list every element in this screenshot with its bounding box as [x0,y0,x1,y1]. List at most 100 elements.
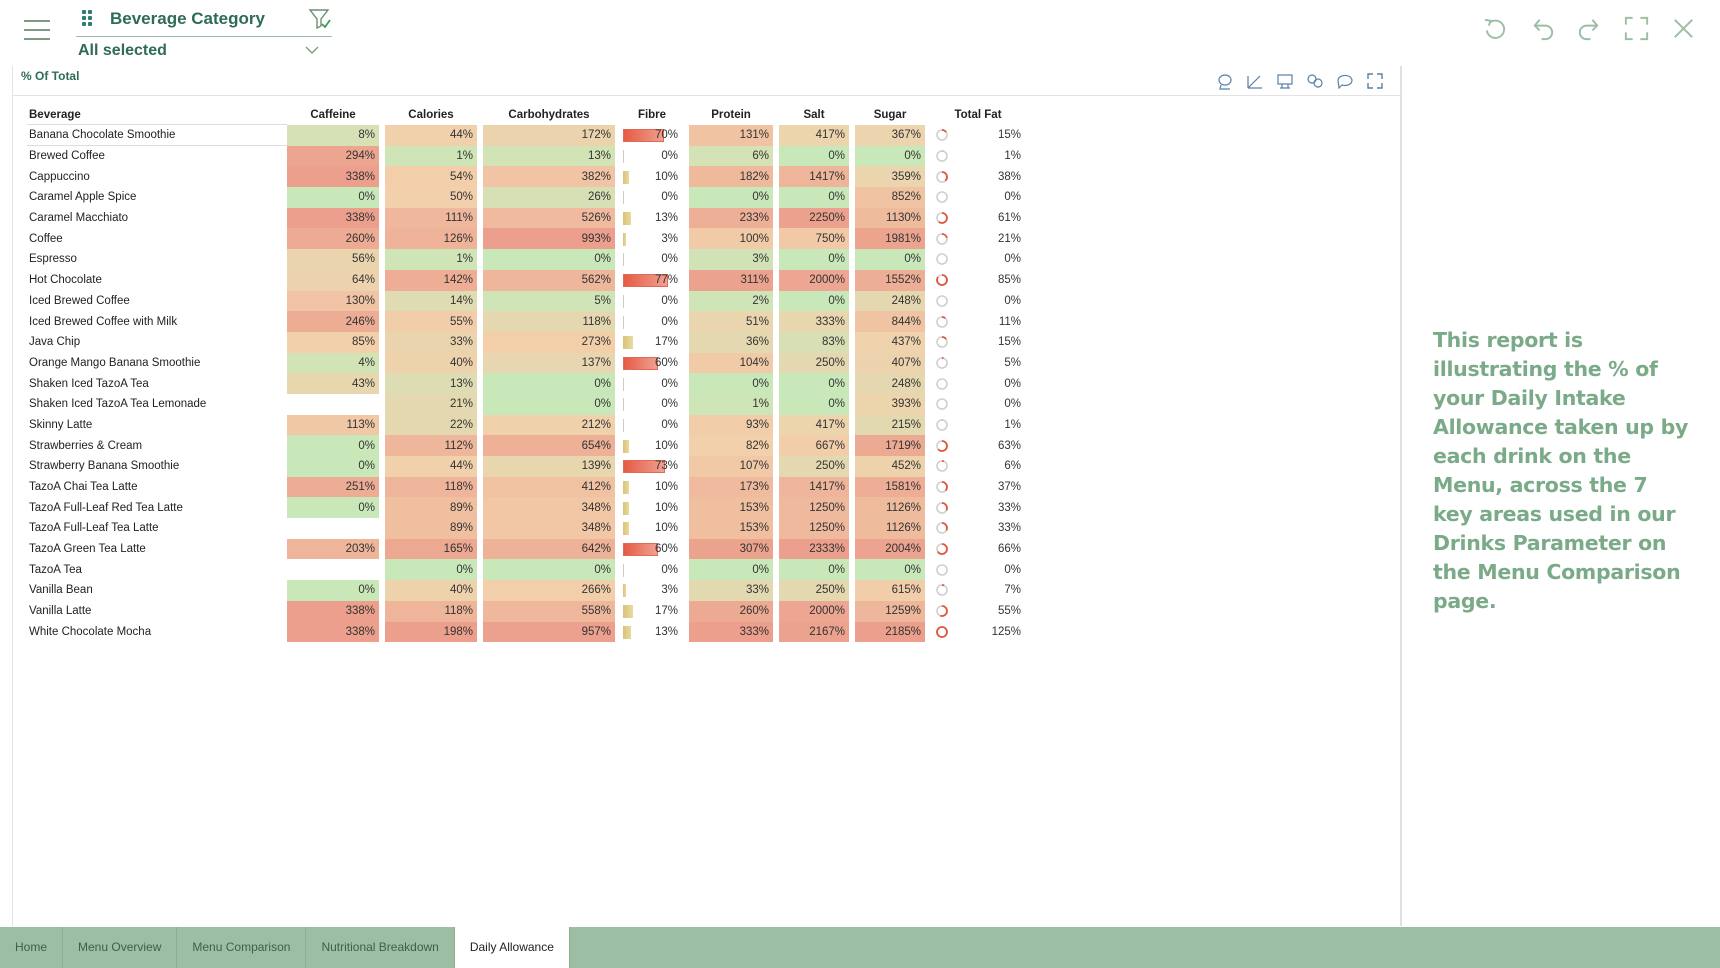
beverage-category-filter[interactable]: Beverage Category All selected [76,6,332,64]
filter-funnel-icon[interactable] [308,7,332,31]
table-row[interactable]: Shaken Iced TazoA Tea 43% 13% 0% 0% 0% 0% 248% 0… [27,373,1025,394]
beverage-name: Caramel Macchiato [29,212,129,225]
header-caffeine[interactable]: Caffeine [287,105,379,125]
fibre-bar [623,336,633,350]
fat-value: 55% [997,605,1021,618]
header-fibre[interactable]: Fibre [621,105,683,125]
header-carbohydrates[interactable]: Carbohydrates [483,105,615,125]
beverage-name: Banana Chocolate Smoothie [27,125,287,146]
calories-cell: 14% [385,290,477,312]
protein-cell: 233% [689,207,773,229]
table-row[interactable]: Iced Brewed Coffee with Milk 246% 55% 118% 0… [27,311,1025,332]
protein-cell: 51% [689,311,773,332]
comment-icon[interactable] [1276,72,1294,90]
table-row[interactable]: TazoA Full-Leaf Tea Latte 89% 348% 10% 153% 1… [27,518,1025,539]
caffeine-cell: 260% [287,228,379,250]
filter-value[interactable]: All selected [78,42,167,60]
table-row[interactable]: Skinny Latte 113% 22% 212% 0% 93% 417% 215% 1% [27,414,1025,436]
salt-cell: 0% [779,249,849,270]
beverage-name: Strawberries & Cream [29,439,143,452]
carbs-cell: 273% [483,331,615,353]
fat-value: 0% [1004,377,1021,390]
fullscreen-icon[interactable] [1622,14,1651,43]
carbs-cell: 5% [483,290,615,312]
grid-icon [82,10,96,26]
carbs-cell: 654% [483,435,615,456]
carbs-cell: 0% [483,559,615,581]
header-calories[interactable]: Calories [385,105,477,125]
table-row[interactable]: TazoA Tea 0% 0% 0% 0% 0% 0% 0% [27,559,1025,581]
fibre-value: 3% [661,232,678,245]
table-row[interactable]: TazoA Chai Tea Latte 251% 118% 412% 10% 173% 1… [27,476,1025,498]
table-row[interactable]: Espresso 56% 1% 0% 0% 3% 0% 0% 0% [27,249,1025,270]
sugar-cell: 852% [855,187,925,208]
table-row[interactable]: Hot Chocolate 64% 142% 562% 77% 311% 2000% 1552… [27,269,1025,291]
caffeine-cell: 113% [287,414,379,436]
table-row[interactable]: White Chocolate Mocha 338% 198% 957% 13% 333%… [27,621,1025,643]
table-row[interactable]: Vanilla Latte 338% 118% 558% 17% 260% 2000% 125… [27,600,1025,622]
menu-icon[interactable] [24,20,50,40]
table-row[interactable]: Caramel Apple Spice 0% 50% 26% 0% 0% 0% 852% 0% [27,187,1025,208]
header-salt[interactable]: Salt [779,105,849,125]
chat-icon[interactable] [1336,72,1354,90]
header-total-fat[interactable]: Total Fat [931,105,1025,125]
tab-menu-overview[interactable]: Menu Overview [63,927,178,968]
table-row[interactable]: Coffee 260% 126% 993% 3% 100% 750% 1981% 21% [27,228,1025,250]
tab-menu-comparison[interactable]: Menu Comparison [177,927,307,968]
fibre-cell: 10% [621,497,683,518]
table-row[interactable]: Vanilla Bean 0% 40% 266% 3% 33% 250% 615% 7% [27,580,1025,601]
fibre-cell: 0% [621,249,683,270]
header-sugar[interactable]: Sugar [855,105,925,125]
fat-ring-icon [936,253,948,266]
protein-cell: 307% [689,538,773,560]
fibre-cell: 60% [621,353,683,374]
table-row[interactable]: Brewed Coffee 294% 1% 13% 0% 6% 0% 0% 1% [27,145,1025,167]
fibre-value: 0% [661,398,678,411]
salt-cell: 0% [779,290,849,312]
beverage-name: White Chocolate Mocha [29,625,152,638]
tab-daily-allowance[interactable]: Daily Allowance [454,927,570,968]
beverage-name: TazoA Tea [29,563,82,576]
calories-cell: 198% [385,621,477,643]
fat-ring-icon [936,439,948,452]
redo-icon[interactable] [1575,14,1604,43]
table-row[interactable]: Orange Mango Banana Smoothie 4% 40% 137% 60%… [27,352,1025,374]
tab-nutritional-breakdown[interactable]: Nutritional Breakdown [306,927,455,968]
salt-cell: 0% [779,373,849,394]
table-row[interactable]: Shaken Iced TazoA Tea Lemonade 21% 0% 0% 1% 0… [27,393,1025,415]
sugar-cell: 215% [855,414,925,436]
table-row[interactable]: TazoA Full-Leaf Red Tea Latte 0% 89% 348% 10… [27,497,1025,519]
header-beverage[interactable]: Beverage [27,105,287,125]
table-row[interactable]: Iced Brewed Coffee 130% 14% 5% 0% 2% 0% 248% 0% [27,290,1025,312]
calories-cell: 112% [385,435,477,456]
table-row[interactable]: Cappuccino 338% 54% 382% 10% 182% 1417% 359% 38% [27,166,1025,188]
daily-allowance-table: Beverage Caffeine Calories Carbohydrates… [27,105,1025,643]
beverage-name: TazoA Chai Tea Latte [29,481,138,494]
tab-home[interactable]: Home [0,927,64,968]
share-icon[interactable] [1306,72,1324,90]
fibre-value: 77% [654,274,678,287]
fat-value: 33% [997,522,1021,535]
total-fat-cell: 5% [931,353,1025,374]
lasso-icon[interactable] [1216,72,1234,90]
total-fat-cell: 66% [931,539,1025,560]
table-row[interactable]: Strawberry Banana Smoothie 0% 44% 139% 73% 10… [27,456,1025,477]
header-protein[interactable]: Protein [689,105,773,125]
table-row[interactable]: Strawberries & Cream 0% 112% 654% 10% 82% 667%… [27,435,1025,456]
carbs-cell: 0% [483,393,615,415]
table-row[interactable]: Caramel Macchiato 338% 111% 526% 13% 233% 2250… [27,207,1025,229]
fat-ring-icon [936,274,948,287]
table-row[interactable]: Banana Chocolate Smoothie 8% 44% 172% 70% 131… [27,125,1025,146]
undo-icon[interactable] [1528,14,1557,43]
salt-cell: 1417% [779,476,849,498]
expand-icon[interactable] [1366,72,1384,90]
table-row[interactable]: Java Chip 85% 33% 273% 17% 36% 83% 437% 15% [27,331,1025,353]
chevron-down-icon[interactable] [304,44,320,56]
caffeine-cell: 8% [287,125,379,146]
table-row[interactable]: TazoA Green Tea Latte 203% 165% 642% 60% 307%… [27,538,1025,560]
reset-icon[interactable] [1481,14,1510,43]
close-icon[interactable] [1669,14,1698,43]
chart-select-icon[interactable] [1246,72,1264,90]
protein-cell: 333% [689,621,773,643]
beverage-name: TazoA Full-Leaf Red Tea Latte [29,501,183,514]
